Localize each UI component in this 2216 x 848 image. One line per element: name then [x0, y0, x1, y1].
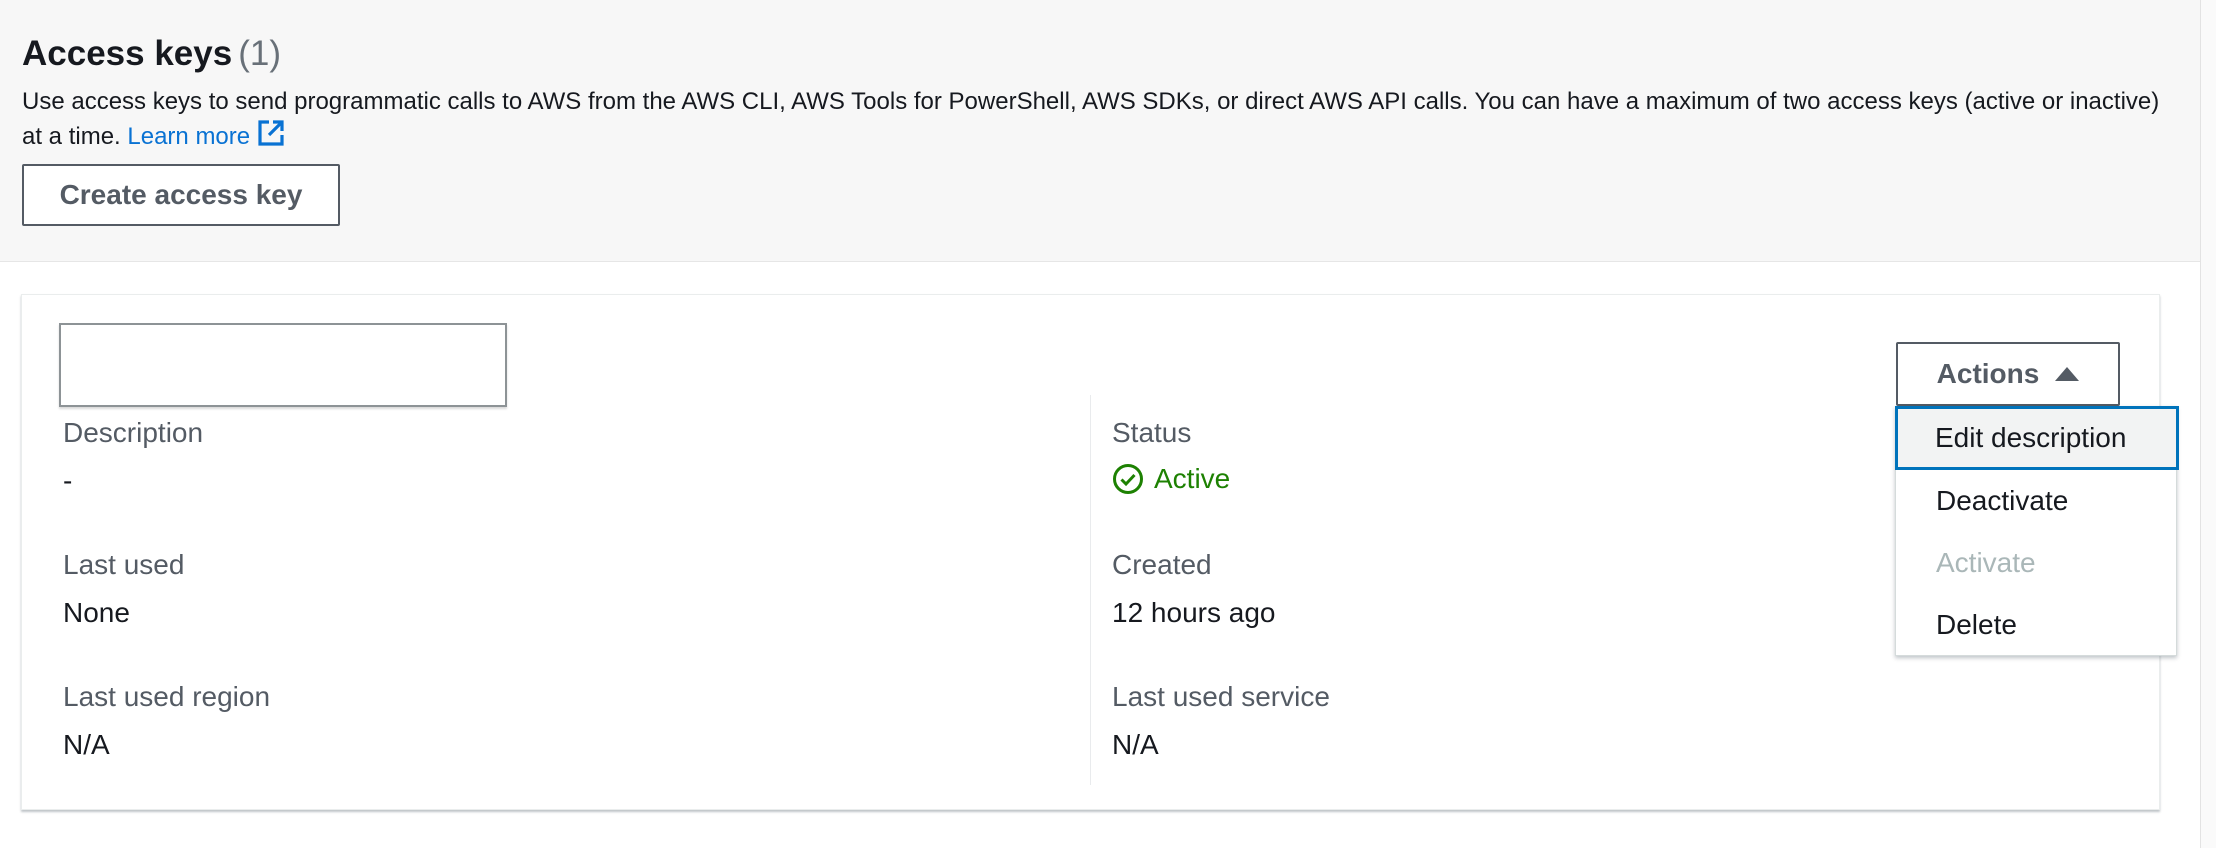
- create-access-key-button[interactable]: Create access key: [22, 164, 340, 226]
- caret-up-icon: [2055, 367, 2080, 381]
- access-key-id-field[interactable]: [59, 323, 507, 407]
- status-text: Active: [1154, 463, 1231, 494]
- access-key-card: Description - Last used None Last used r…: [21, 294, 2160, 810]
- actions-label: Actions: [1936, 358, 2040, 389]
- learn-more-label: Learn more: [127, 123, 251, 150]
- created-value: 12 hours ago: [1112, 597, 1276, 628]
- check-circle-icon: [1113, 464, 1143, 494]
- last-used-label: Last used: [63, 549, 185, 580]
- created-label: Created: [1112, 549, 1212, 580]
- description-label: Description: [63, 417, 204, 448]
- column-divider: [1090, 395, 1091, 785]
- title-text: Access keys: [22, 34, 233, 73]
- menu-item-activate: Activate: [1936, 547, 2036, 578]
- status-value: Active: [1112, 463, 1230, 495]
- description-value: -: [63, 465, 73, 496]
- key-count: (1): [238, 34, 281, 73]
- last-used-region-label: Last used region: [63, 681, 271, 712]
- last-used-service-label: Last used service: [1112, 681, 1330, 712]
- scrollbar[interactable]: [2200, 0, 2216, 848]
- menu-item-delete[interactable]: Delete: [1896, 594, 2178, 656]
- actions-menu: Edit description Deactivate Activate Del…: [1895, 406, 2179, 656]
- last-used-region-value: N/A: [63, 729, 110, 760]
- status-label: Status: [1112, 417, 1192, 448]
- menu-item-deactivate[interactable]: Deactivate: [1896, 470, 2178, 532]
- last-used-service-value: N/A: [1112, 729, 1159, 760]
- actions-dropdown-button[interactable]: Actions: [1896, 342, 2120, 406]
- header-description: Use access keys to send programmatic cal…: [22, 86, 2182, 153]
- last-used-value: None: [63, 597, 130, 628]
- external-link-icon: [258, 120, 284, 146]
- description-text: Use access keys to send programmatic cal…: [22, 88, 2160, 150]
- menu-item-edit-description[interactable]: Edit description: [1895, 406, 2179, 470]
- page-title: Access keys (1): [22, 34, 281, 74]
- access-keys-header-panel: Access keys (1) Use access keys to send p…: [0, 0, 2200, 262]
- learn-more-link[interactable]: Learn more: [127, 120, 286, 150]
